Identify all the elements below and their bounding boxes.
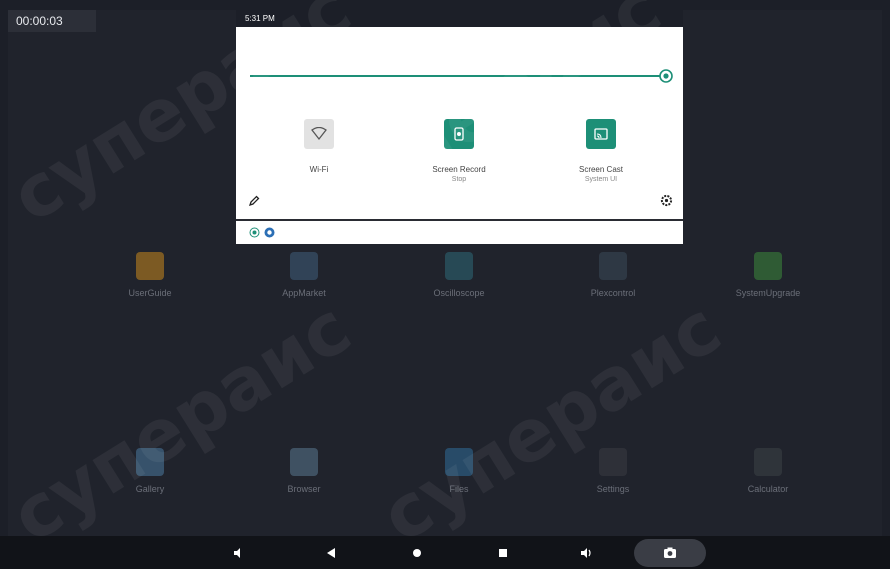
app-label: Gallery — [135, 484, 165, 494]
brightness-icon[interactable] — [658, 69, 673, 83]
plexcontrol-icon — [599, 252, 627, 280]
app-label: Oscilloscope — [433, 288, 485, 298]
app-files[interactable]: Files — [399, 448, 519, 494]
recents-icon[interactable] — [494, 544, 512, 562]
app-label: Settings — [596, 484, 630, 494]
settings-icon — [599, 448, 627, 476]
tile-label: Wi-Fi — [309, 165, 329, 174]
tile-screen-record[interactable]: Screen Record Stop — [404, 119, 514, 183]
tile-wifi[interactable]: Wi-Fi — [264, 119, 374, 174]
volume-up-icon[interactable] — [578, 544, 596, 562]
screen-record-tile-box — [444, 119, 474, 149]
app-label: SystemUpgrade — [735, 288, 801, 298]
cast-icon — [594, 128, 608, 140]
screenshot-button[interactable] — [634, 539, 706, 567]
app-calculator[interactable]: Calculator — [708, 448, 828, 494]
tile-label: Screen Record — [432, 165, 486, 174]
gear-icon[interactable] — [660, 194, 673, 207]
app-label: Browser — [287, 484, 321, 494]
quick-settings-panel: 5:31 PM Wi-Fi Screen Record Stop Screen … — [236, 10, 683, 244]
edit-icon[interactable] — [248, 195, 260, 207]
record-status-icon — [249, 227, 260, 238]
status-bar-time: 5:31 PM — [236, 10, 683, 27]
back-icon[interactable] — [322, 544, 340, 562]
wifi-tile-box — [304, 119, 334, 149]
app-settings[interactable]: Settings — [553, 448, 673, 494]
camera-icon — [664, 547, 676, 558]
volume-down-icon[interactable] — [230, 544, 248, 562]
notification-icons-row — [236, 221, 683, 244]
app-label: UserGuide — [128, 288, 172, 298]
app-appmarket[interactable]: AppMarket — [244, 252, 364, 298]
cast-status-icon — [264, 227, 275, 238]
app-oscilloscope[interactable]: Oscilloscope — [399, 252, 519, 298]
app-label: AppMarket — [282, 288, 326, 298]
tile-sublabel: System UI — [584, 176, 618, 183]
appmarket-icon — [290, 252, 318, 280]
tile-sublabel: Stop — [451, 176, 467, 183]
app-systemupgrade[interactable]: SystemUpgrade — [708, 252, 828, 298]
app-plexcontrol[interactable]: Plexcontrol — [553, 252, 673, 298]
quick-settings-body: Wi-Fi Screen Record Stop Screen Cast Sys… — [236, 27, 683, 219]
screen-record-icon — [454, 127, 464, 141]
app-label: Calculator — [747, 484, 789, 494]
calculator-icon — [754, 448, 782, 476]
app-userguide[interactable]: UserGuide — [90, 252, 210, 298]
tile-label: Screen Cast — [578, 165, 624, 174]
screen-cast-tile-box — [586, 119, 616, 149]
browser-icon — [290, 448, 318, 476]
app-label: Plexcontrol — [590, 288, 636, 298]
files-icon — [445, 448, 473, 476]
brightness-slider[interactable] — [250, 75, 666, 77]
userguide-icon — [136, 252, 164, 280]
app-browser[interactable]: Browser — [244, 448, 364, 494]
gallery-icon — [136, 448, 164, 476]
systemupgrade-icon — [754, 252, 782, 280]
app-gallery[interactable]: Gallery — [90, 448, 210, 494]
recording-timer: 00:00:03 — [8, 10, 96, 32]
app-label: Files — [449, 484, 469, 494]
navigation-bar — [0, 536, 890, 569]
wifi-icon — [311, 127, 327, 141]
tile-screen-cast[interactable]: Screen Cast System UI — [546, 119, 656, 183]
oscilloscope-icon — [445, 252, 473, 280]
home-icon[interactable] — [408, 544, 426, 562]
